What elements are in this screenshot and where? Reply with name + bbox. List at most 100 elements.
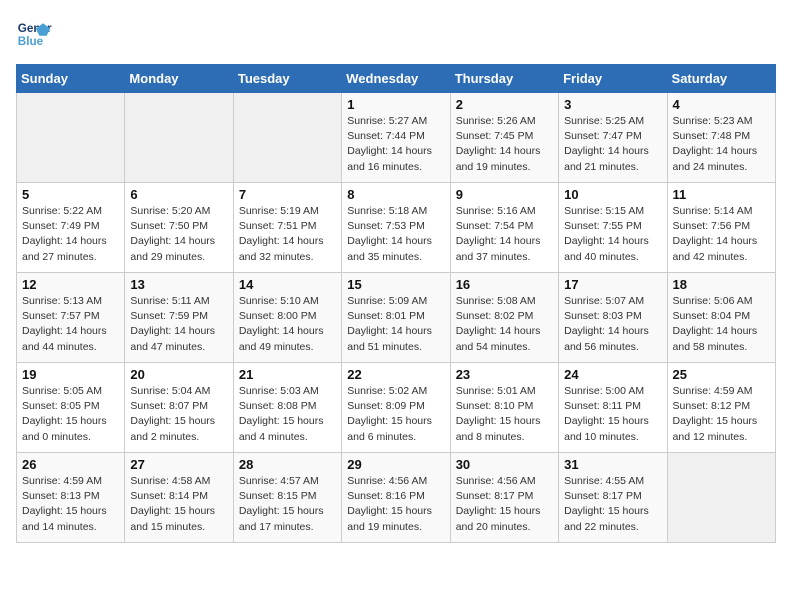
calendar-day-cell: 6 Sunrise: 5:20 AM Sunset: 7:50 PM Daylig… <box>125 183 233 273</box>
day-info: Sunrise: 5:01 AM Sunset: 8:10 PM Dayligh… <box>456 384 553 445</box>
calendar-day-cell <box>17 93 125 183</box>
calendar-day-cell: 29 Sunrise: 4:56 AM Sunset: 8:16 PM Dayli… <box>342 453 450 543</box>
day-number: 12 <box>22 277 119 292</box>
calendar-day-cell <box>233 93 341 183</box>
day-number: 24 <box>564 367 661 382</box>
calendar-day-cell: 19Sunrise: 5:05 AM Sunset: 8:05 PM Dayli… <box>17 363 125 453</box>
day-number: 25 <box>673 367 770 382</box>
day-info: Sunrise: 4:59 AM Sunset: 8:12 PM Dayligh… <box>673 384 770 445</box>
weekday-header-cell: Tuesday <box>233 65 341 93</box>
calendar-day-cell: 9 Sunrise: 5:16 AM Sunset: 7:54 PM Daylig… <box>450 183 558 273</box>
calendar-day-cell: 17 Sunrise: 5:07 AM Sunset: 8:03 PM Dayli… <box>559 273 667 363</box>
day-number: 5 <box>22 187 119 202</box>
weekday-header-cell: Saturday <box>667 65 775 93</box>
day-number: 13 <box>130 277 227 292</box>
day-info: Sunrise: 5:18 AM Sunset: 7:53 PM Dayligh… <box>347 204 444 265</box>
calendar-day-cell: 14 Sunrise: 5:10 AM Sunset: 8:00 PM Dayli… <box>233 273 341 363</box>
calendar-body: 1 Sunrise: 5:27 AM Sunset: 7:44 PM Daylig… <box>17 93 776 543</box>
day-info: Sunrise: 5:03 AM Sunset: 8:08 PM Dayligh… <box>239 384 336 445</box>
day-number: 4 <box>673 97 770 112</box>
calendar-day-cell: 22 Sunrise: 5:02 AM Sunset: 8:09 PM Dayli… <box>342 363 450 453</box>
day-number: 17 <box>564 277 661 292</box>
calendar-day-cell: 5Sunrise: 5:22 AM Sunset: 7:49 PM Daylig… <box>17 183 125 273</box>
day-number: 6 <box>130 187 227 202</box>
day-number: 21 <box>239 367 336 382</box>
calendar-day-cell: 13 Sunrise: 5:11 AM Sunset: 7:59 PM Dayli… <box>125 273 233 363</box>
calendar-day-cell: 8 Sunrise: 5:18 AM Sunset: 7:53 PM Daylig… <box>342 183 450 273</box>
svg-text:Blue: Blue <box>18 35 44 48</box>
day-info: Sunrise: 5:09 AM Sunset: 8:01 PM Dayligh… <box>347 294 444 355</box>
calendar-day-cell: 23 Sunrise: 5:01 AM Sunset: 8:10 PM Dayli… <box>450 363 558 453</box>
calendar-day-cell: 10 Sunrise: 5:15 AM Sunset: 7:55 PM Dayli… <box>559 183 667 273</box>
day-info: Sunrise: 5:14 AM Sunset: 7:56 PM Dayligh… <box>673 204 770 265</box>
day-info: Sunrise: 5:00 AM Sunset: 8:11 PM Dayligh… <box>564 384 661 445</box>
day-info: Sunrise: 5:11 AM Sunset: 7:59 PM Dayligh… <box>130 294 227 355</box>
day-number: 23 <box>456 367 553 382</box>
day-number: 26 <box>22 457 119 472</box>
day-info: Sunrise: 5:02 AM Sunset: 8:09 PM Dayligh… <box>347 384 444 445</box>
day-info: Sunrise: 5:19 AM Sunset: 7:51 PM Dayligh… <box>239 204 336 265</box>
day-number: 22 <box>347 367 444 382</box>
day-info: Sunrise: 5:16 AM Sunset: 7:54 PM Dayligh… <box>456 204 553 265</box>
day-info: Sunrise: 5:10 AM Sunset: 8:00 PM Dayligh… <box>239 294 336 355</box>
calendar-day-cell: 26 Sunrise: 4:59 AM Sunset: 8:13 PM Dayli… <box>17 453 125 543</box>
weekday-header-row: SundayMondayTuesdayWednesdayThursdayFrid… <box>17 65 776 93</box>
day-number: 27 <box>130 457 227 472</box>
calendar-day-cell: 31 Sunrise: 4:55 AM Sunset: 8:17 PM Dayli… <box>559 453 667 543</box>
calendar-week-row: 26 Sunrise: 4:59 AM Sunset: 8:13 PM Dayli… <box>17 453 776 543</box>
day-info: Sunrise: 5:25 AM Sunset: 7:47 PM Dayligh… <box>564 114 661 175</box>
day-info: Sunrise: 5:04 AM Sunset: 8:07 PM Dayligh… <box>130 384 227 445</box>
calendar-day-cell: 21 Sunrise: 5:03 AM Sunset: 8:08 PM Dayli… <box>233 363 341 453</box>
day-info: Sunrise: 5:20 AM Sunset: 7:50 PM Dayligh… <box>130 204 227 265</box>
calendar-day-cell <box>667 453 775 543</box>
weekday-header-cell: Friday <box>559 65 667 93</box>
calendar-week-row: 1 Sunrise: 5:27 AM Sunset: 7:44 PM Daylig… <box>17 93 776 183</box>
day-number: 14 <box>239 277 336 292</box>
calendar-day-cell: 18 Sunrise: 5:06 AM Sunset: 8:04 PM Dayli… <box>667 273 775 363</box>
day-info: Sunrise: 5:13 AM Sunset: 7:57 PM Dayligh… <box>22 294 119 355</box>
day-number: 18 <box>673 277 770 292</box>
day-number: 8 <box>347 187 444 202</box>
day-number: 9 <box>456 187 553 202</box>
calendar-table: SundayMondayTuesdayWednesdayThursdayFrid… <box>16 64 776 543</box>
day-number: 29 <box>347 457 444 472</box>
day-number: 30 <box>456 457 553 472</box>
calendar-day-cell: 15 Sunrise: 5:09 AM Sunset: 8:01 PM Dayli… <box>342 273 450 363</box>
day-info: Sunrise: 4:56 AM Sunset: 8:16 PM Dayligh… <box>347 474 444 535</box>
day-info: Sunrise: 5:08 AM Sunset: 8:02 PM Dayligh… <box>456 294 553 355</box>
day-info: Sunrise: 5:07 AM Sunset: 8:03 PM Dayligh… <box>564 294 661 355</box>
calendar-day-cell: 7 Sunrise: 5:19 AM Sunset: 7:51 PM Daylig… <box>233 183 341 273</box>
day-info: Sunrise: 5:26 AM Sunset: 7:45 PM Dayligh… <box>456 114 553 175</box>
weekday-header-cell: Sunday <box>17 65 125 93</box>
day-number: 10 <box>564 187 661 202</box>
calendar-day-cell: 30Sunrise: 4:56 AM Sunset: 8:17 PM Dayli… <box>450 453 558 543</box>
day-number: 20 <box>130 367 227 382</box>
calendar-day-cell: 1 Sunrise: 5:27 AM Sunset: 7:44 PM Daylig… <box>342 93 450 183</box>
day-info: Sunrise: 4:55 AM Sunset: 8:17 PM Dayligh… <box>564 474 661 535</box>
calendar-week-row: 12 Sunrise: 5:13 AM Sunset: 7:57 PM Dayli… <box>17 273 776 363</box>
calendar-day-cell: 28Sunrise: 4:57 AM Sunset: 8:15 PM Dayli… <box>233 453 341 543</box>
day-number: 16 <box>456 277 553 292</box>
day-info: Sunrise: 5:15 AM Sunset: 7:55 PM Dayligh… <box>564 204 661 265</box>
day-number: 7 <box>239 187 336 202</box>
day-info: Sunrise: 4:59 AM Sunset: 8:13 PM Dayligh… <box>22 474 119 535</box>
weekday-header-cell: Thursday <box>450 65 558 93</box>
calendar-week-row: 19Sunrise: 5:05 AM Sunset: 8:05 PM Dayli… <box>17 363 776 453</box>
day-info: Sunrise: 5:06 AM Sunset: 8:04 PM Dayligh… <box>673 294 770 355</box>
calendar-week-row: 5Sunrise: 5:22 AM Sunset: 7:49 PM Daylig… <box>17 183 776 273</box>
day-number: 31 <box>564 457 661 472</box>
calendar-day-cell: 3 Sunrise: 5:25 AM Sunset: 7:47 PM Daylig… <box>559 93 667 183</box>
logo-icon: General Blue <box>16 16 52 52</box>
calendar-day-cell: 27Sunrise: 4:58 AM Sunset: 8:14 PM Dayli… <box>125 453 233 543</box>
day-info: Sunrise: 5:27 AM Sunset: 7:44 PM Dayligh… <box>347 114 444 175</box>
weekday-header-cell: Monday <box>125 65 233 93</box>
day-number: 15 <box>347 277 444 292</box>
page-header: General Blue <box>16 16 776 52</box>
day-number: 11 <box>673 187 770 202</box>
day-number: 3 <box>564 97 661 112</box>
day-number: 2 <box>456 97 553 112</box>
day-number: 1 <box>347 97 444 112</box>
calendar-day-cell: 2 Sunrise: 5:26 AM Sunset: 7:45 PM Daylig… <box>450 93 558 183</box>
calendar-day-cell: 25 Sunrise: 4:59 AM Sunset: 8:12 PM Dayli… <box>667 363 775 453</box>
day-number: 28 <box>239 457 336 472</box>
